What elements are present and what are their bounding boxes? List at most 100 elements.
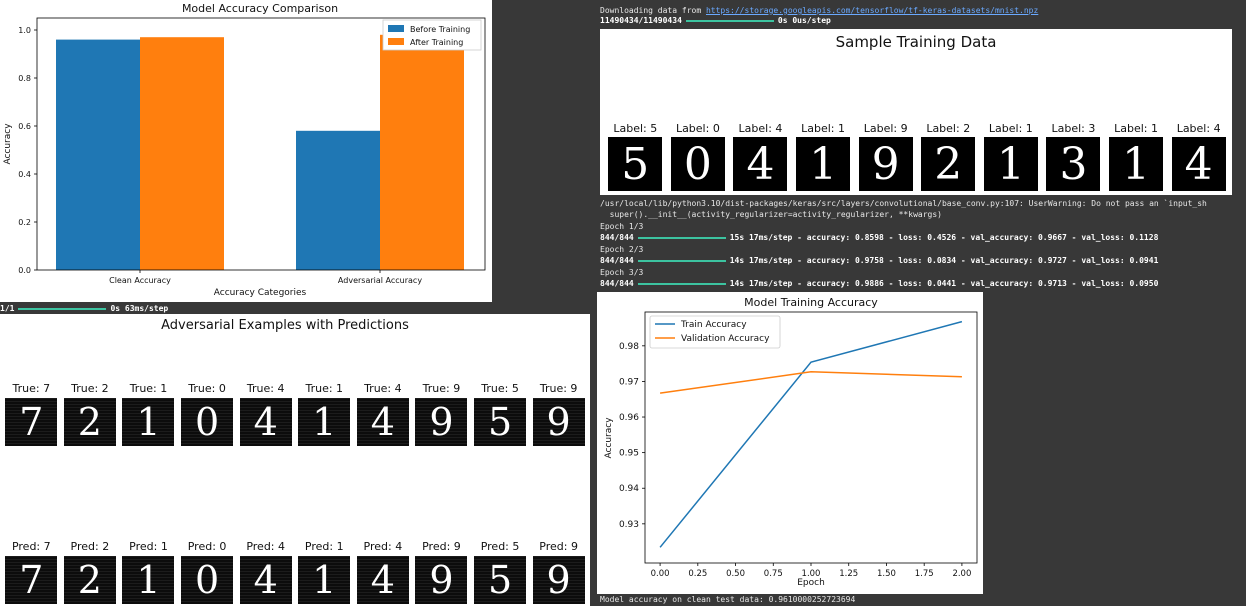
pred-cell: Pred: 9 9 <box>529 540 588 604</box>
epoch-3-header: Epoch 3/3 <box>600 268 644 277</box>
pred-label: Pred: 7 <box>11 540 51 553</box>
pred-cell: Pred: 7 7 <box>2 540 61 604</box>
true-label: True: 1 <box>129 382 168 395</box>
true-label: True: 4 <box>364 382 402 395</box>
legend-after-label: After Training <box>410 38 463 47</box>
sample-cell: Label: 4 4 <box>1167 122 1230 191</box>
epoch-steps: 844/844 <box>600 256 634 265</box>
sample-cell: Label: 5 5 <box>604 122 667 191</box>
predict-time: 0s 63ms/step <box>110 304 169 313</box>
line-y-axis-label: Accuracy <box>604 417 614 459</box>
sample-label: Label: 1 <box>1114 122 1158 135</box>
bar-y-tick-label: 0.0 <box>18 266 31 275</box>
mnist-digit-image: 4 <box>356 398 409 446</box>
sample-digit-row: Label: 5 5 Label: 0 0 Label: 4 4 Label: 1 1 Labe… <box>604 122 1230 191</box>
mnist-digit-image: 4 <box>1171 137 1226 191</box>
mnist-digit-image: 4 <box>733 137 788 191</box>
line-legend: Train Accuracy Validation Accuracy <box>649 315 781 349</box>
true-label: True: 2 <box>71 382 109 395</box>
mnist-digit-image: 9 <box>415 556 468 604</box>
pred-label: Pred: 1 <box>304 540 344 553</box>
line-x-axis-label: Epoch <box>797 578 825 588</box>
pred-cell: Pred: 4 4 <box>236 540 295 604</box>
pred-label: Pred: 4 <box>363 540 403 553</box>
mnist-digit-image: 4 <box>239 556 292 604</box>
epoch-2-line: 844/844 14s 17ms/step - accuracy: 0.9758 … <box>600 255 1158 266</box>
progress-bar <box>637 259 726 262</box>
true-cell: True: 4 4 <box>236 382 295 446</box>
true-label-row: True: 7 7 True: 2 2 True: 1 1 True: 0 0 True: 4 4… <box>2 382 588 446</box>
epoch-stats: 14s 17ms/step - accuracy: 0.9886 - loss:… <box>729 279 1159 288</box>
true-label: True: 9 <box>539 382 578 395</box>
sample-label: Label: 5 <box>613 122 658 135</box>
mnist-digit-image: 9 <box>415 398 468 446</box>
bar-y-tick-label: 0.4 <box>18 170 31 179</box>
mnist-digit-image: 4 <box>356 556 409 604</box>
epoch-1-line: 844/844 15s 17ms/step - accuracy: 0.8598 … <box>600 232 1158 243</box>
line-plot-frame <box>644 311 978 564</box>
mnist-digit-image: 9 <box>532 556 585 604</box>
mnist-digit-image: 2 <box>63 556 116 604</box>
bar-y-axis-label: Accuracy <box>3 123 13 165</box>
line-y-tick-label: 0.97 <box>619 377 639 387</box>
accuracy-comparison-figure: Model Accuracy Comparison 0.0 0.2 0.4 0.6 0.… <box>0 0 492 302</box>
warning-line-2: super().__init__(activity_regularizer=ac… <box>600 210 942 219</box>
legend-train-label: Train Accuracy <box>680 320 747 330</box>
bar-x-tick-label: Clean Accuracy <box>109 276 171 285</box>
pred-label: Pred: 4 <box>246 540 285 553</box>
line-x-tick-label: 0.50 <box>726 569 745 579</box>
line-x-tick-label: 0.25 <box>688 569 707 579</box>
bar-y-tick-label: 1.0 <box>18 26 31 35</box>
progress-bar <box>685 19 774 22</box>
true-label: True: 5 <box>481 382 519 395</box>
sample-cell: Label: 4 4 <box>729 122 792 191</box>
line-chart-title: Model Training Accuracy <box>744 296 878 309</box>
adversarial-figure-title: Adversarial Examples with Predictions <box>161 318 409 333</box>
true-cell: True: 1 1 <box>295 382 354 446</box>
progress-bar <box>637 282 726 285</box>
legend-val-label: Validation Accuracy <box>681 334 770 344</box>
true-cell: True: 5 5 <box>471 382 530 446</box>
mnist-digit-image: 2 <box>921 137 976 191</box>
pred-label: Pred: 9 <box>422 540 461 553</box>
mnist-digit-image: 1 <box>122 398 175 446</box>
bar-after-1 <box>380 34 464 270</box>
pred-label: Pred: 1 <box>129 540 168 553</box>
line-y-tick-label: 0.98 <box>619 342 639 352</box>
sample-cell: Label: 2 2 <box>917 122 980 191</box>
true-cell: True: 0 0 <box>178 382 237 446</box>
mnist-digit-image: 1 <box>298 556 351 604</box>
bar-y-tick-label: 0.2 <box>18 218 31 227</box>
sample-cell: Label: 0 0 <box>667 122 730 191</box>
bar-y-tick-label: 0.6 <box>18 122 31 131</box>
mnist-digit-image: 9 <box>858 137 913 191</box>
epoch-steps: 844/844 <box>600 233 634 242</box>
true-cell: True: 9 9 <box>529 382 588 446</box>
true-cell: True: 9 9 <box>412 382 471 446</box>
true-label: True: 7 <box>12 382 51 395</box>
training-accuracy-figure: Model Training Accuracy 0.93 0.94 0.95 0.96… <box>597 292 983 594</box>
bar-after-0 <box>140 37 224 271</box>
pred-cell: Pred: 1 1 <box>119 540 178 604</box>
download-prefix: Downloading data from <box>600 6 706 15</box>
epoch-2-header: Epoch 2/3 <box>600 245 644 254</box>
mnist-digit-image: 5 <box>474 398 527 446</box>
progress-bar <box>18 307 107 310</box>
legend-swatch-before <box>388 25 404 32</box>
line-y-tick-label: 0.93 <box>619 520 639 530</box>
true-label: True: 9 <box>422 382 461 395</box>
download-progress-line: 11490434/11490434 0s 0us/step <box>600 15 831 26</box>
final-accuracy-line: Model accuracy on clean test data: 0.961… <box>600 595 856 604</box>
sample-cell: Label: 1 1 <box>980 122 1043 191</box>
pred-label: Pred: 5 <box>480 540 520 553</box>
mnist-digit-image: 1 <box>796 137 851 191</box>
sample-training-figure: Sample Training Data Label: 5 5 Label: 00L… <box>600 29 1232 195</box>
mnist-digit-image: 1 <box>1109 137 1164 191</box>
true-cell: True: 2 2 <box>61 382 120 446</box>
sample-figure-title: Sample Training Data <box>835 33 997 51</box>
warning-line-1: /usr/local/lib/python3.10/dist-packages/… <box>600 199 1207 208</box>
line-x-tick-label: 0.75 <box>764 569 783 579</box>
epoch-3-line: 844/844 14s 17ms/step - accuracy: 0.9886 … <box>600 278 1158 289</box>
download-link[interactable]: https://storage.googleapis.com/tensorflo… <box>706 6 1038 15</box>
epoch-steps: 844/844 <box>600 279 634 288</box>
